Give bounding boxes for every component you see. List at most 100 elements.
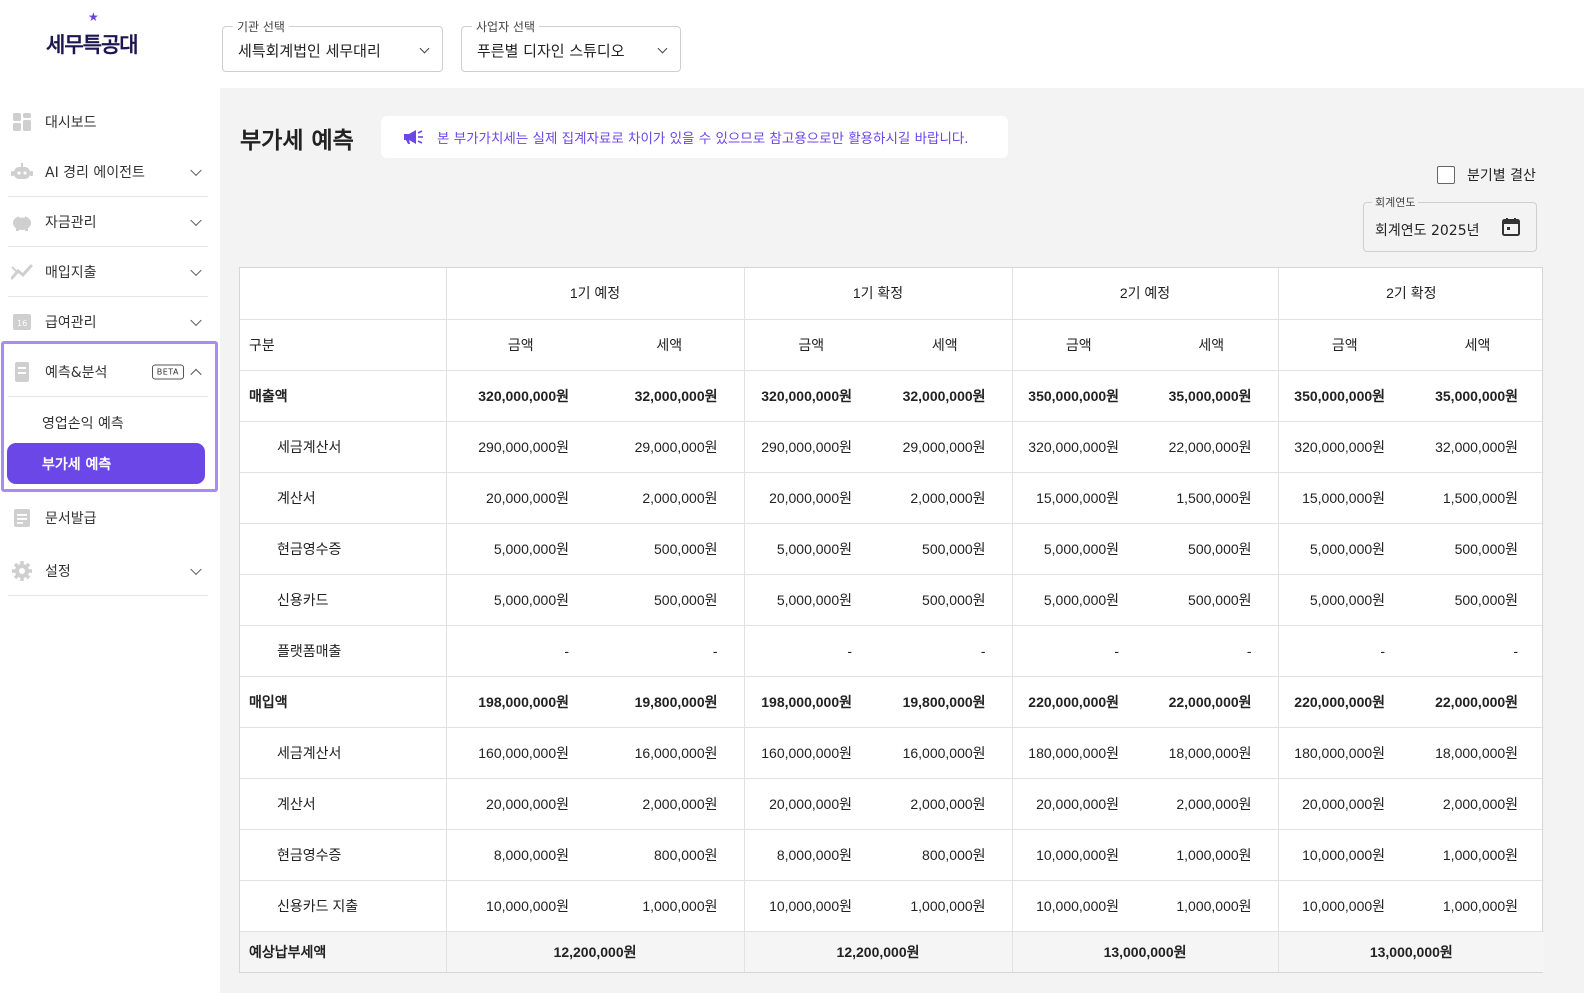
amount-cell: 15,000,000원 xyxy=(1278,472,1412,524)
row-label: 현금영수증 xyxy=(240,829,447,881)
megaphone-icon xyxy=(403,129,425,145)
amount-cell: 180,000,000원 xyxy=(1278,727,1412,779)
tax-cell: 1,000,000원 xyxy=(1411,880,1545,932)
quarterly-checkbox-label: 분기별 결산 xyxy=(1467,168,1536,184)
tax-cell: 1,000,000원 xyxy=(878,880,1013,932)
quarterly-checkbox[interactable] xyxy=(1437,166,1455,184)
sidebar-item-purchases[interactable]: 매입지출 xyxy=(8,247,208,297)
sidebar-item-documents[interactable]: 문서발급 xyxy=(8,493,208,543)
chevron-down-icon[interactable] xyxy=(190,164,202,176)
sidebar-item-funds[interactable]: 자금관리 xyxy=(8,197,208,247)
amount-cell: - xyxy=(1278,625,1412,677)
sidebar-item-label: 문서발급 xyxy=(45,511,97,527)
trend-icon xyxy=(11,261,33,283)
vat-forecast-table: 1기 예정 1기 확정 2기 예정 2기 확정 구분 금액 세액 금액 세액 금… xyxy=(239,267,1545,973)
sidebar-item-settings[interactable]: 설정 xyxy=(8,546,208,596)
piggy-bank-icon xyxy=(11,211,33,233)
sidebar-item-forecast[interactable]: 예측&분석 BETA xyxy=(8,347,208,397)
amount-cell: 320,000,000원 xyxy=(446,370,595,422)
amount-cell: 5,000,000원 xyxy=(446,574,595,626)
tax-cell: 35,000,000원 xyxy=(1411,370,1545,422)
calendar-icon[interactable] xyxy=(1501,217,1521,241)
gear-icon xyxy=(11,560,33,582)
logo-text: 세무특공대 xyxy=(46,33,139,57)
tax-cell: 29,000,000원 xyxy=(878,421,1013,473)
amount-cell: 10,000,000원 xyxy=(1012,880,1146,932)
tax-cell: 22,000,000원 xyxy=(1411,676,1545,728)
amount-cell: 5,000,000원 xyxy=(1012,523,1146,575)
tax-cell: 500,000원 xyxy=(878,574,1013,626)
amount-cell: 10,000,000원 xyxy=(1278,880,1412,932)
amount-cell: 220,000,000원 xyxy=(1278,676,1412,728)
table-row: 현금영수증 5,000,000원 500,000원 5,000,000원 500,000… xyxy=(240,523,1545,575)
sidebar-item-label: 자금관리 xyxy=(45,214,97,231)
sidebar-item-payroll[interactable]: 16 급여관리 xyxy=(8,297,208,347)
chevron-down-icon[interactable] xyxy=(190,214,202,226)
tax-cell: 19,800,000원 xyxy=(878,676,1013,728)
sidebar-item-ai-agent[interactable]: AI 경리 에이전트 xyxy=(8,147,208,197)
tax-cell: 35,000,000원 xyxy=(1145,370,1279,422)
total-label: 예상납부세액 xyxy=(240,931,447,972)
total-cell: 12,200,000원 xyxy=(446,931,745,972)
period-header: 1기 예정 xyxy=(446,268,745,320)
amount-cell: - xyxy=(446,625,595,677)
amount-cell: 160,000,000원 xyxy=(446,727,595,779)
sidebar-item-label: 대시보드 xyxy=(45,115,97,131)
tax-cell: 500,000원 xyxy=(1411,574,1545,626)
period-header: 2기 확정 xyxy=(1278,268,1545,320)
tax-cell: 500,000원 xyxy=(878,523,1013,575)
amount-header: 금액 xyxy=(1012,319,1146,371)
sidebar-subitem-operating-forecast[interactable]: 영업손익 예측 xyxy=(42,413,124,433)
tax-cell: 1,500,000원 xyxy=(1145,472,1279,524)
amount-cell: - xyxy=(1012,625,1146,677)
page-title: 부가세 예측 xyxy=(240,128,354,154)
amount-cell: 20,000,000원 xyxy=(446,472,595,524)
sidebar-item-label: 급여관리 xyxy=(45,315,97,331)
chevron-down-icon xyxy=(657,43,668,54)
tax-header: 세액 xyxy=(1145,319,1279,371)
tax-cell: 1,000,000원 xyxy=(595,880,745,932)
agency-select[interactable]: 기관 선택 세특회계법인 세무대리 xyxy=(222,18,443,72)
amount-cell: 160,000,000원 xyxy=(744,727,879,779)
tax-cell: - xyxy=(1411,625,1545,677)
table-total-row: 예상납부세액 12,200,000원 12,200,000원 13,000,000원 1… xyxy=(240,931,1545,972)
quarterly-settlement-toggle[interactable]: 분기별 결산 xyxy=(1437,165,1536,185)
table-row: 매입액 198,000,000원 19,800,000원 198,000,000원 19… xyxy=(240,676,1545,728)
app-logo[interactable]: 세무특공대 ★ xyxy=(46,10,139,66)
fiscal-year-picker[interactable]: 회계연도 회계연도 2025년 xyxy=(1363,194,1537,252)
amount-cell: - xyxy=(744,625,879,677)
chevron-down-icon[interactable] xyxy=(190,563,202,575)
tax-cell: 16,000,000원 xyxy=(595,727,745,779)
tax-cell: 18,000,000원 xyxy=(1411,727,1545,779)
notice-text: 본 부가가치세는 실제 집계자료로 차이가 있을 수 있으므로 참고용으로만 활… xyxy=(437,131,969,147)
logo-star-icon: ★ xyxy=(88,10,99,24)
amount-cell: 350,000,000원 xyxy=(1012,370,1146,422)
table-row: 계산서 20,000,000원 2,000,000원 20,000,000원 2,000… xyxy=(240,472,1545,524)
amount-cell: 10,000,000원 xyxy=(744,880,879,932)
amount-cell: 15,000,000원 xyxy=(1012,472,1146,524)
amount-cell: 320,000,000원 xyxy=(1012,421,1146,473)
amount-cell: 8,000,000원 xyxy=(744,829,879,881)
chevron-down-icon[interactable] xyxy=(190,264,202,276)
table-row: 세금계산서 290,000,000원 29,000,000원 290,000,000원… xyxy=(240,421,1545,473)
amount-cell: 5,000,000원 xyxy=(1278,523,1412,575)
tax-cell: 32,000,000원 xyxy=(878,370,1013,422)
period-header: 2기 예정 xyxy=(1012,268,1279,320)
business-select[interactable]: 사업자 선택 푸른별 디자인 스튜디오 xyxy=(461,18,681,72)
sidebar-subitem-vat-forecast[interactable]: 부가세 예측 xyxy=(7,443,205,484)
amount-cell: 10,000,000원 xyxy=(1278,829,1412,881)
tax-cell: 1,000,000원 xyxy=(1145,880,1279,932)
sidebar-item-label: AI 경리 에이전트 xyxy=(45,164,145,181)
forecast-icon xyxy=(11,361,33,383)
sidebar-item-dashboard[interactable]: 대시보드 xyxy=(8,97,208,147)
tax-cell: 32,000,000원 xyxy=(595,370,745,422)
tax-cell: 2,000,000원 xyxy=(1411,778,1545,830)
chevron-down-icon[interactable] xyxy=(190,314,202,327)
amount-header: 금액 xyxy=(1278,319,1412,371)
gubun-header: 구분 xyxy=(240,319,447,371)
sidebar-item-label: 매입지출 xyxy=(45,264,97,281)
chevron-up-icon[interactable] xyxy=(190,368,202,380)
amount-cell: 10,000,000원 xyxy=(1012,829,1146,881)
amount-cell: 5,000,000원 xyxy=(1012,574,1146,626)
tax-cell: - xyxy=(878,625,1013,677)
